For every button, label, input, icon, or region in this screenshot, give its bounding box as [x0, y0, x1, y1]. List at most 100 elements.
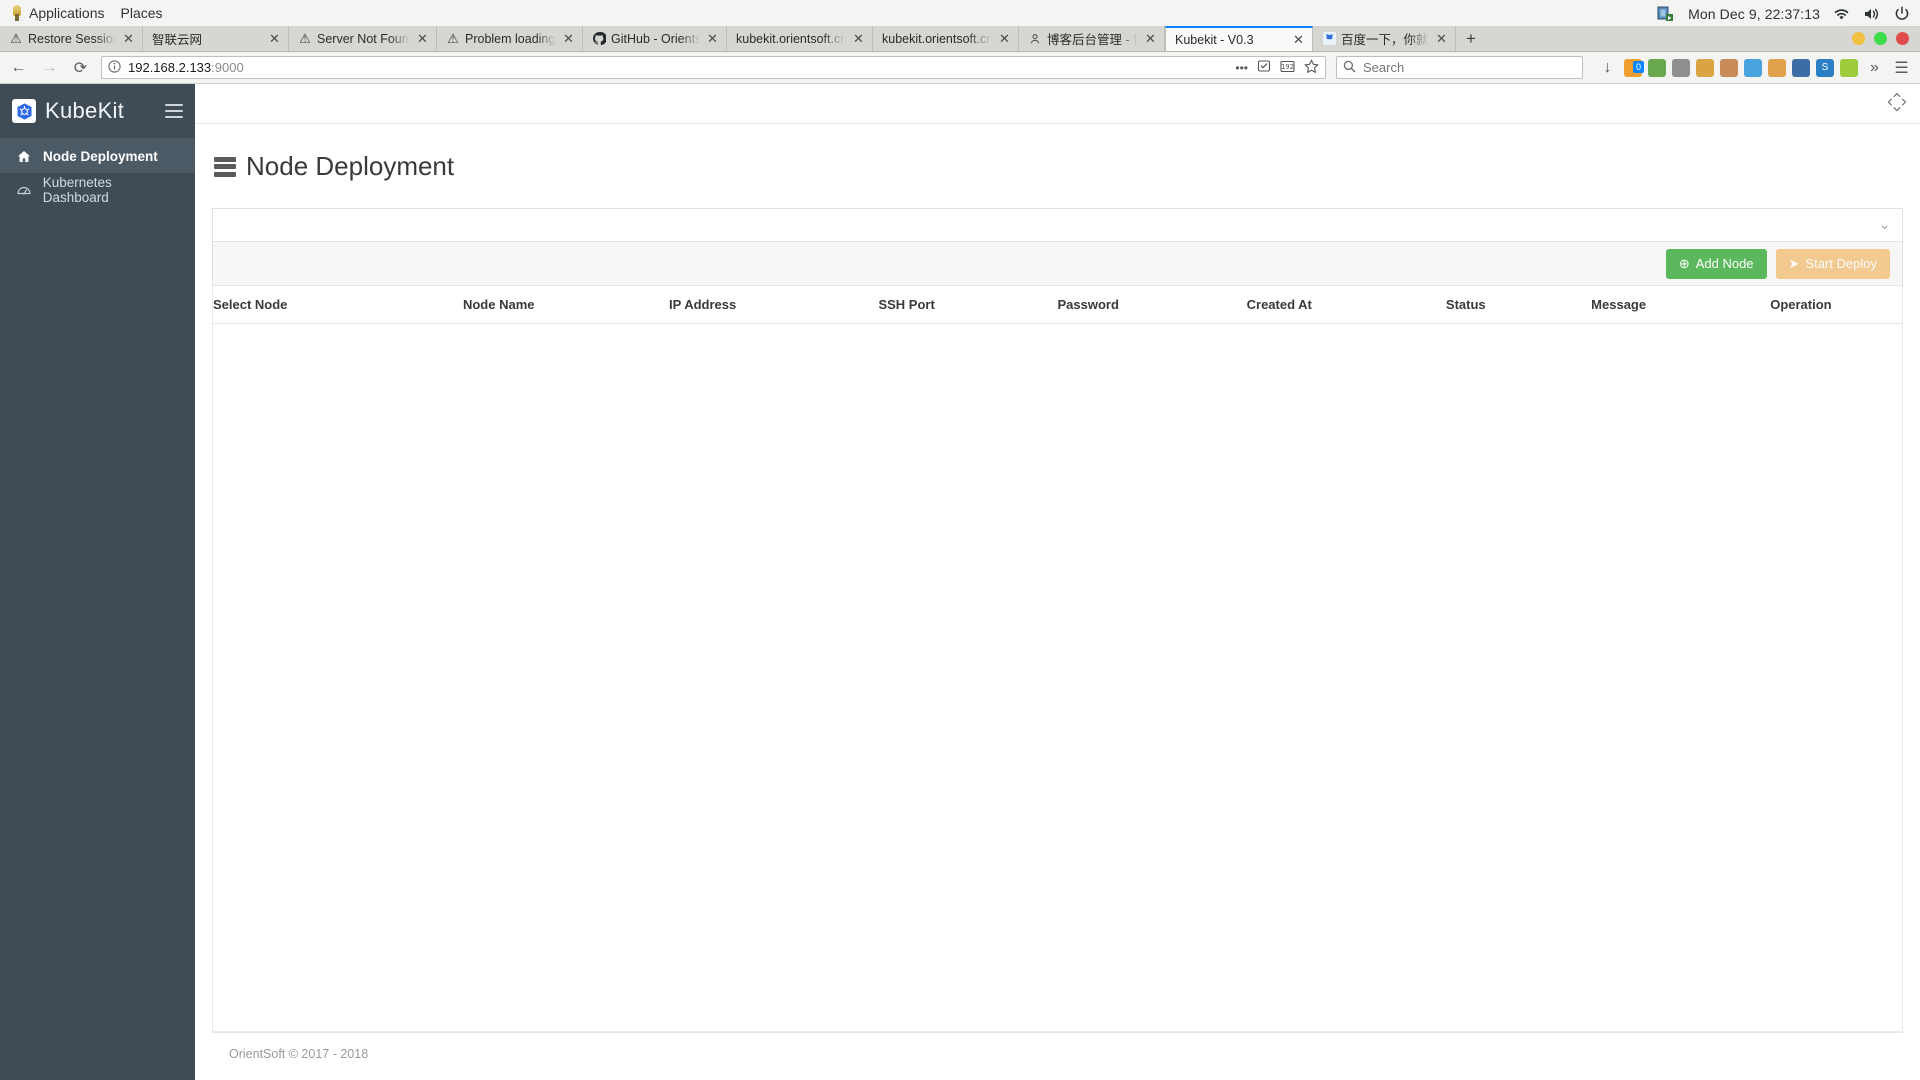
forward-button[interactable]: →: [39, 57, 60, 78]
screenshot-icon[interactable]: [1672, 58, 1690, 77]
close-icon[interactable]: ✕: [851, 31, 866, 46]
translate-icon[interactable]: 192: [1280, 60, 1295, 76]
browser-tab[interactable]: ⚠ Server Not Found ✕: [289, 26, 437, 51]
brand-header: KubeKit: [0, 84, 195, 139]
bookmark-star-icon[interactable]: [1304, 58, 1319, 77]
close-icon[interactable]: ✕: [1434, 31, 1449, 46]
browser-tab[interactable]: GitHub - Orientso ✕: [583, 26, 727, 51]
add-node-button[interactable]: ⊕ Add Node: [1665, 248, 1767, 279]
places-menu[interactable]: Places: [121, 5, 163, 21]
hamburger-menu-icon[interactable]: ☰: [1891, 57, 1912, 78]
close-icon[interactable]: ✕: [997, 31, 1012, 46]
footer-text: OrientSoft © 2017 - 2018: [229, 1047, 369, 1061]
kubernetes-logo-icon: [12, 99, 36, 123]
plus-circle-icon: ⊕: [1678, 255, 1690, 271]
person-icon: [1028, 32, 1042, 46]
dashboard-icon: [16, 184, 32, 197]
warning-icon: ⚠: [447, 31, 459, 46]
tabbar-drag-space: [1486, 26, 1846, 51]
browser-tab[interactable]: 智联云网 ✕: [143, 26, 289, 51]
browser-tab-label: Kubekit - V0.3: [1175, 32, 1254, 47]
expand-arrows-icon[interactable]: [1883, 91, 1907, 115]
sidebar-item-label: Kubernetes Dashboard: [42, 175, 112, 205]
hamburger-icon[interactable]: [165, 104, 183, 118]
close-icon[interactable]: ✕: [415, 31, 430, 46]
sidebar-item-node-deployment[interactable]: Node Deployment: [0, 139, 195, 173]
browser-tab-label: Restore Session: [28, 31, 116, 46]
translate-ext-icon[interactable]: S: [1816, 58, 1834, 77]
baidu-icon: [1322, 32, 1336, 46]
profile-icon[interactable]: [1720, 58, 1738, 77]
browser-tab-label: GitHub - Orientso: [611, 31, 700, 46]
browser-tab-label: kubekit.orientsoft.cn/: [882, 31, 992, 46]
start-deploy-button[interactable]: ➤ Start Deploy: [1775, 248, 1890, 279]
reader-mode-icon[interactable]: [1257, 59, 1271, 76]
close-icon[interactable]: ✕: [561, 31, 576, 46]
node-table-header-row: Select Node Node Name IP Address SSH Por…: [213, 286, 1902, 324]
column-header-ssh-port: SSH Port: [878, 286, 1058, 324]
adblock-icon[interactable]: 0: [1624, 58, 1644, 77]
applications-menu[interactable]: Applications: [10, 5, 105, 21]
browser-tab-active[interactable]: Kubekit - V0.3 ✕: [1165, 26, 1313, 51]
close-button[interactable]: [1896, 32, 1909, 45]
volume-icon[interactable]: [1863, 7, 1881, 21]
download-badge: 0: [1632, 60, 1644, 73]
warning-icon: ⚠: [299, 31, 311, 46]
home-icon: [16, 150, 32, 163]
firefox-window: ⚠ Restore Session ✕ 智联云网 ✕ ⚠ Server Not …: [0, 26, 1920, 1080]
app-page: KubeKit Node Deployment Kubernetes Dashb…: [0, 84, 1920, 1080]
highlighter-icon[interactable]: [1840, 58, 1858, 77]
column-header-ip-address: IP Address: [669, 286, 879, 324]
close-icon[interactable]: ✕: [1143, 31, 1158, 46]
node-table-container: Select Node Node Name IP Address SSH Por…: [212, 286, 1903, 1032]
browser-tab[interactable]: ⚠ Problem loading p ✕: [437, 26, 583, 51]
downloads-icon[interactable]: ↓: [1597, 57, 1618, 78]
url-bar[interactable]: 192.168.2.133:9000 ••• 192: [101, 56, 1326, 79]
sidebar-item-kubernetes-dashboard[interactable]: Kubernetes Dashboard: [0, 173, 195, 207]
reader-icon[interactable]: [1792, 58, 1810, 77]
search-bar[interactable]: [1336, 56, 1583, 79]
maximize-button[interactable]: [1874, 32, 1887, 45]
minimize-button[interactable]: [1852, 32, 1865, 45]
notes-icon[interactable]: [1696, 58, 1714, 77]
close-icon[interactable]: ✕: [121, 31, 136, 46]
browser-tab[interactable]: 百度一下，你就知 ✕: [1313, 26, 1456, 51]
node-table-empty-area: [213, 324, 1902, 1031]
server-rack-icon: [214, 156, 236, 177]
browser-tab[interactable]: kubekit.orientsoft.cn/ ✕: [727, 26, 873, 51]
close-icon[interactable]: ✕: [1291, 32, 1306, 47]
column-header-node-name: Node Name: [462, 286, 670, 324]
browser-tab-label: Server Not Found: [317, 31, 410, 46]
cookie-icon[interactable]: [1768, 58, 1786, 77]
page-title: Node Deployment: [214, 151, 1903, 182]
browser-tab[interactable]: kubekit.orientsoft.cn/ ✕: [873, 26, 1019, 51]
browser-tab-label: Problem loading p: [465, 31, 556, 46]
reload-button[interactable]: ⟳: [70, 57, 91, 78]
wifi-icon[interactable]: [1833, 7, 1850, 21]
power-icon[interactable]: [1894, 5, 1910, 22]
more-options-icon[interactable]: •••: [1235, 61, 1248, 75]
extension-icon[interactable]: [1648, 58, 1666, 77]
app-content: Node Deployment ⌄ ⊕ Add Node ➤ Start Dep…: [195, 124, 1920, 1080]
url-bar-icons: ••• 192: [1235, 58, 1319, 77]
close-icon[interactable]: ✕: [267, 31, 282, 46]
new-tab-button[interactable]: +: [1456, 26, 1486, 51]
page-info-icon[interactable]: [108, 59, 121, 76]
browser-tab[interactable]: ⚠ Restore Session ✕: [0, 26, 143, 51]
browser-tab-strip: ⚠ Restore Session ✕ 智联云网 ✕ ⚠ Server Not …: [0, 26, 1920, 52]
software-updates-icon[interactable]: [1657, 5, 1675, 22]
sidebar-item-label: Node Deployment: [43, 148, 158, 164]
cluster-select[interactable]: ⌄: [212, 208, 1903, 242]
chevron-down-icon[interactable]: ⌄: [1879, 217, 1890, 233]
browser-tab-label: 智联云网: [152, 33, 203, 47]
close-icon[interactable]: ✕: [705, 31, 720, 46]
warning-icon: ⚠: [10, 31, 22, 46]
browser-tab-label: 博客后台管理 - 博: [1047, 33, 1138, 47]
back-button[interactable]: ←: [8, 57, 29, 78]
sync-icon[interactable]: [1744, 58, 1762, 77]
search-input[interactable]: [1363, 60, 1576, 75]
clock[interactable]: Mon Dec 9, 22:37:13: [1688, 6, 1820, 22]
browser-tab[interactable]: 博客后台管理 - 博 ✕: [1019, 26, 1165, 51]
overflow-menu-icon[interactable]: »: [1864, 57, 1885, 78]
node-table: Select Node Node Name IP Address SSH Por…: [213, 286, 1902, 324]
